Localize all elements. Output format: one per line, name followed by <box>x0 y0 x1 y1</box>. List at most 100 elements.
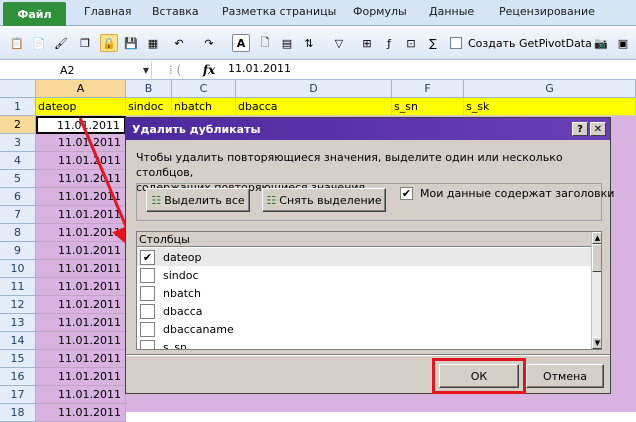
column-checkbox[interactable] <box>140 285 155 301</box>
column-option-dbaccaname[interactable]: dbaccaname <box>137 320 591 338</box>
tab-page-layout[interactable]: Разметка страницы <box>222 5 336 23</box>
cell-a7[interactable]: 11.01.2011 <box>36 206 126 224</box>
insert-icon[interactable]: ⊞ <box>358 34 376 52</box>
has-headers-checkbox[interactable]: ✔ <box>400 187 413 200</box>
calc-icon[interactable]: ∑ <box>424 34 442 52</box>
scroll-up-icon[interactable]: ▲ <box>592 232 601 244</box>
cell-a1[interactable]: dateop <box>36 98 126 116</box>
tab-review[interactable]: Рецензирование <box>499 5 595 23</box>
name-box[interactable]: A2 <box>0 61 152 79</box>
pivot-icon[interactable]: ⊡ <box>402 34 420 52</box>
camera-icon[interactable]: 📷 <box>592 34 610 52</box>
cell-d1[interactable]: dbacca <box>236 98 392 116</box>
column-option-sindoc[interactable]: sindoc <box>137 266 591 284</box>
row-header-13[interactable]: 13 <box>0 314 36 332</box>
column-header-f[interactable]: F <box>392 80 464 98</box>
cell-a10[interactable]: 11.01.2011 <box>36 260 126 278</box>
cell-a16[interactable]: 11.01.2011 <box>36 368 126 386</box>
cell-a14[interactable]: 11.01.2011 <box>36 332 126 350</box>
unselect-all-button[interactable]: ☷ Снять выделение <box>262 188 386 212</box>
cell-a12[interactable]: 11.01.2011 <box>36 296 126 314</box>
row-header-12[interactable]: 12 <box>0 296 36 314</box>
row-header-1[interactable]: 1 <box>0 98 36 116</box>
formula-input[interactable]: 11.01.2011 <box>228 62 291 78</box>
cell-a13[interactable]: 11.01.2011 <box>36 314 126 332</box>
more-icon[interactable]: ▣ <box>614 34 632 52</box>
copy-icon[interactable]: ❐ <box>76 34 94 52</box>
cell-a9[interactable]: 11.01.2011 <box>36 242 126 260</box>
tab-formulas[interactable]: Формулы <box>353 5 407 23</box>
cell-a18[interactable]: 11.01.2011 <box>36 404 126 422</box>
row-header-7[interactable]: 7 <box>0 206 36 224</box>
fx-icon[interactable]: fx <box>200 61 218 79</box>
column-checkbox[interactable] <box>140 321 155 337</box>
select-all-corner[interactable] <box>0 80 36 98</box>
column-option-dbacca[interactable]: dbacca <box>137 302 591 320</box>
cell-a2[interactable]: 11.01.2011 <box>36 116 126 134</box>
filter-icon[interactable]: ▽ <box>330 34 348 52</box>
cell-a8[interactable]: 11.01.2011 <box>36 224 126 242</box>
cell-g1[interactable]: s_sk <box>464 98 636 116</box>
fx-sheet-icon[interactable]: ƒ <box>380 34 398 52</box>
cell-a3[interactable]: 11.01.2011 <box>36 134 126 152</box>
tab-file[interactable]: Файл <box>3 2 66 26</box>
row-header-17[interactable]: 17 <box>0 386 36 404</box>
row-header-6[interactable]: 6 <box>0 188 36 206</box>
row-header-9[interactable]: 9 <box>0 242 36 260</box>
clipboard-icon[interactable]: 📋 <box>8 34 26 52</box>
cell-a4[interactable]: 11.01.2011 <box>36 152 126 170</box>
cell-a15[interactable]: 11.01.2011 <box>36 350 126 368</box>
row-header-16[interactable]: 16 <box>0 368 36 386</box>
cell-f1[interactable]: s_sn <box>392 98 464 116</box>
help-button[interactable]: ? <box>572 122 588 136</box>
redo-icon[interactable]: ↷ <box>200 34 218 52</box>
cell-a5[interactable]: 11.01.2011 <box>36 170 126 188</box>
column-header-g[interactable]: G <box>464 80 636 98</box>
column-checkbox[interactable] <box>140 267 155 283</box>
grid-icon[interactable]: ▦ <box>144 34 162 52</box>
scroll-thumb[interactable] <box>592 244 601 272</box>
row-header-10[interactable]: 10 <box>0 260 36 278</box>
tab-home[interactable]: Главная <box>84 5 132 23</box>
scroll-down-icon[interactable]: ▼ <box>592 337 601 349</box>
column-header-b[interactable]: B <box>126 80 172 98</box>
close-button[interactable]: ✕ <box>590 122 606 136</box>
column-checkbox[interactable] <box>140 303 155 319</box>
getpivot-checkbox[interactable] <box>450 37 462 49</box>
save-icon[interactable]: 💾 <box>122 34 140 52</box>
column-header-c[interactable]: C <box>172 80 236 98</box>
chevron-down-icon[interactable]: ▼ <box>140 61 152 79</box>
new-document-icon[interactable]: 🗋 <box>256 34 274 52</box>
lock-icon[interactable]: 🔒 <box>100 34 118 52</box>
row-header-2[interactable]: 2 <box>0 116 36 134</box>
undo-icon[interactable]: ↶ <box>170 34 188 52</box>
row-header-11[interactable]: 11 <box>0 278 36 296</box>
sort-icon[interactable]: ⇅ <box>300 34 318 52</box>
paste-icon[interactable]: 📄 <box>30 34 48 52</box>
cell-c1[interactable]: nbatch <box>172 98 236 116</box>
tab-insert[interactable]: Вставка <box>152 5 199 23</box>
row-header-18[interactable]: 18 <box>0 404 36 422</box>
cell-a11[interactable]: 11.01.2011 <box>36 278 126 296</box>
row-header-8[interactable]: 8 <box>0 224 36 242</box>
select-all-button[interactable]: ☷ Выделить все <box>146 188 250 212</box>
row-header-3[interactable]: 3 <box>0 134 36 152</box>
cell-a17[interactable]: 11.01.2011 <box>36 386 126 404</box>
column-header-a[interactable]: A <box>36 80 126 98</box>
row-header-14[interactable]: 14 <box>0 332 36 350</box>
cancel-button[interactable]: Отмена <box>526 364 604 388</box>
row-header-5[interactable]: 5 <box>0 170 36 188</box>
tab-data[interactable]: Данные <box>429 5 474 23</box>
column-option-nbatch[interactable]: nbatch <box>137 284 591 302</box>
scrollbar[interactable]: ▲ ▼ <box>591 232 601 349</box>
row-header-4[interactable]: 4 <box>0 152 36 170</box>
column-checkbox[interactable] <box>140 339 155 349</box>
format-painter-icon[interactable]: 🖌 <box>52 34 70 52</box>
table-icon[interactable]: ▤ <box>278 34 296 52</box>
cell-b1[interactable]: sindoc <box>126 98 172 116</box>
font-a-icon[interactable]: A <box>232 34 250 52</box>
column-option-dateop[interactable]: ✔ dateop <box>137 248 591 266</box>
column-checkbox[interactable]: ✔ <box>140 249 155 265</box>
row-header-15[interactable]: 15 <box>0 350 36 368</box>
columns-list[interactable]: Столбцы ✔ dateop sindoc nbatch dbacca dbaccan… <box>136 231 602 350</box>
